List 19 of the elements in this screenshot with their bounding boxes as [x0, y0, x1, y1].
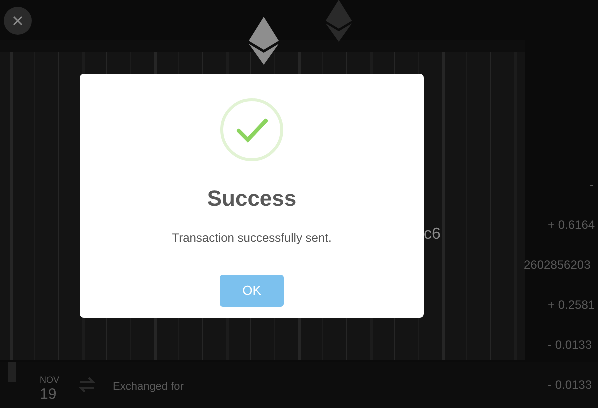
dialog-title: Success [207, 185, 297, 213]
date-month: NOV [40, 374, 60, 387]
transaction-label: Exchanged for [113, 380, 184, 395]
ok-button[interactable]: OK [220, 275, 284, 307]
check-circle-icon [220, 98, 284, 162]
amount-text: - 0.0133 [548, 337, 592, 354]
exchange-icon [78, 376, 96, 394]
close-button[interactable] [4, 7, 32, 35]
ethereum-logo [249, 17, 279, 65]
dialog-message: Transaction successfully sent. [172, 230, 332, 247]
date-day: 19 [40, 384, 57, 406]
amount-text: 2602856203 [524, 257, 591, 274]
close-icon [13, 16, 23, 26]
amount-text: + 0.6164 [548, 217, 596, 234]
amount-text: - 0.0133 [548, 377, 592, 394]
ethereum-logo [324, 0, 354, 42]
amount-text: - [590, 177, 594, 194]
address-text: c6 [424, 225, 441, 245]
amount-text: + 0.2581 [548, 297, 596, 314]
